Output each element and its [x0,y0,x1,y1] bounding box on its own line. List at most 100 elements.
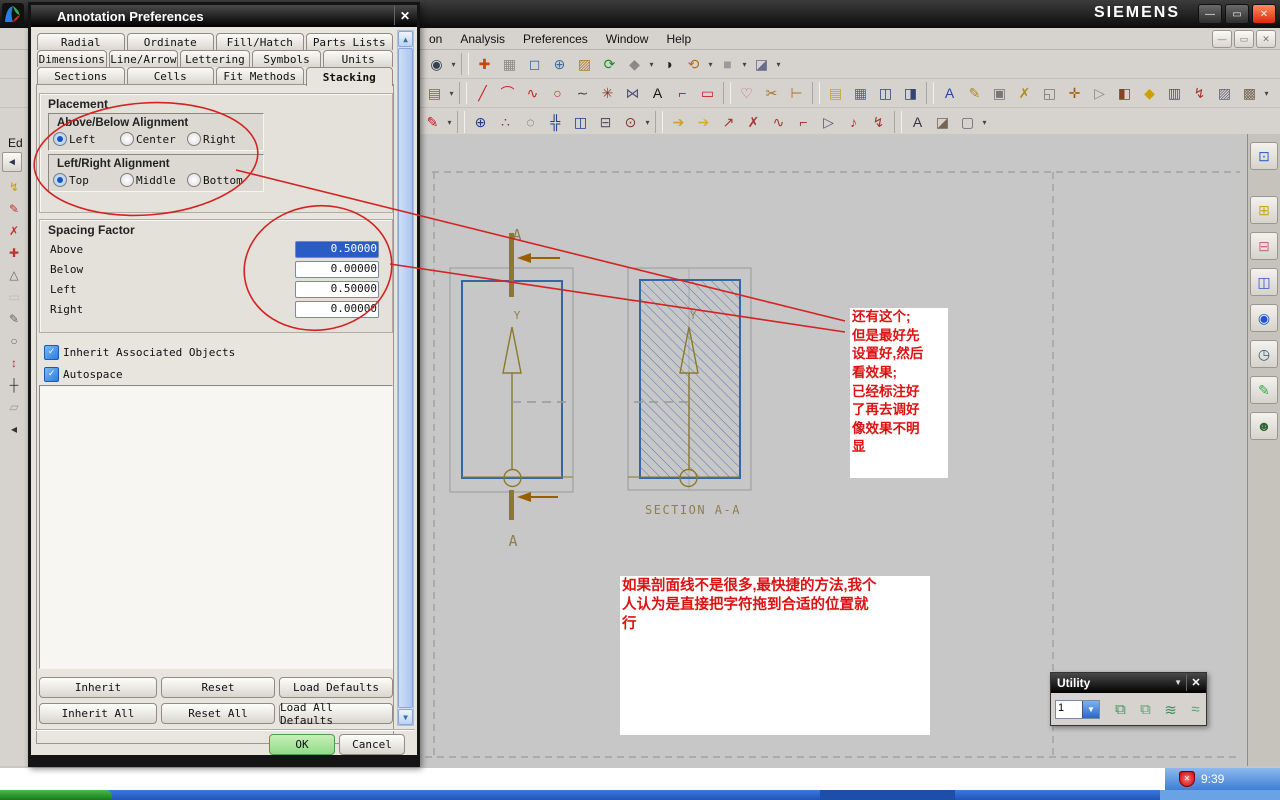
radio-middle[interactable]: Middle [120,173,187,187]
edit-text-icon[interactable]: ✎ [963,82,986,105]
extend-icon[interactable]: ⊢ [785,82,808,105]
below-spacing-field[interactable]: 0.00000 [295,260,379,278]
mdi-restore-button[interactable]: ▭ [1234,30,1254,48]
reference-circle-icon[interactable]: ◌ [519,111,542,134]
monitor-icon[interactable]: ▢ [956,111,979,134]
tab-radial[interactable]: Radial [37,33,125,50]
utility-chevron-icon[interactable]: ▼ [1174,678,1182,687]
datum-plane-icon[interactable]: ▷ [1088,82,1111,105]
zoom-box-icon[interactable]: ▦ [498,53,521,76]
inherit-all-button[interactable]: Inherit All [39,703,157,724]
photo-dropdown-icon[interactable]: ▾ [1262,89,1271,98]
leader-icon[interactable]: ↗ [717,111,740,134]
shaded-view-icon[interactable]: ◆ [623,53,646,76]
utility-titlebar[interactable]: Utility ▼ ✕ [1051,673,1206,693]
fit-view-icon[interactable]: ✚ [473,53,496,76]
parallelogram-icon[interactable]: ▱ [4,397,24,417]
tab-units[interactable]: Units [323,50,393,67]
music-note-icon[interactable]: ♪ [842,111,865,134]
above-spacing-field[interactable]: 0.50000 [295,240,379,258]
spline-icon[interactable]: ∼ [571,82,594,105]
key-note-icon[interactable]: ➔ [667,111,690,134]
arrows-icon[interactable]: ↕ [4,353,24,373]
dock-collapse-button[interactable]: ◄ [2,152,22,172]
front-view[interactable]: A A Y [449,226,574,550]
view-doc-icon[interactable]: ◫ [874,82,897,105]
blank-box-icon[interactable]: ▭ [4,287,24,307]
taskbar[interactable] [0,790,1280,800]
tab-cells[interactable]: Cells [126,67,214,84]
sheet-doc-icon[interactable]: ◨ [899,82,922,105]
move-note-icon[interactable]: ↯ [1188,82,1211,105]
cross-mark-icon[interactable]: ✗ [742,111,765,134]
roles-icon[interactable]: ☻ [1250,412,1278,440]
annotation-text-icon[interactable]: A [938,82,961,105]
wrench-note-icon[interactable]: ✗ [1013,82,1036,105]
pan-icon[interactable]: ▨ [573,53,596,76]
tab-line-arrow[interactable]: Line/Arrow [108,50,179,67]
visualization-icon[interactable]: ✎ [1250,376,1278,404]
tab-fill-hatch[interactable]: Fill/Hatch [216,33,304,50]
assembly-navigator-icon[interactable]: ⊞ [1250,196,1278,224]
cancel-button[interactable]: Cancel [339,734,405,755]
reset-button[interactable]: Reset [161,677,275,698]
line-icon[interactable]: ╱ [471,82,494,105]
image-icon[interactable]: ▦ [849,82,872,105]
dialog-titlebar[interactable]: Annotation Preferences ✕ [31,5,417,27]
lightning-icon[interactable]: ↯ [4,177,24,197]
tab-sections[interactable]: Sections [37,67,125,84]
tab-lettering[interactable]: Lettering [180,50,250,67]
tab-stacking[interactable]: Stacking [305,67,393,86]
display-mode-dropdown-icon[interactable]: ▾ [740,60,749,69]
datum-axis-icon[interactable]: ✛ [1063,82,1086,105]
frame-select-icon[interactable]: ▣ [988,82,1011,105]
monitor-dropdown-icon[interactable]: ▾ [980,118,989,127]
reuse-library-icon[interactable]: ◉ [1250,304,1278,332]
display-mode-icon[interactable]: ■ [716,53,739,76]
taskbar-item-active[interactable] [820,790,955,800]
target-point-icon[interactable]: ⊙ [619,111,642,134]
menu-item-help[interactable]: Help [657,30,700,48]
radio-bottom[interactable]: Bottom [187,173,254,187]
s-curve-icon[interactable]: ∿ [767,111,790,134]
project-curve-icon[interactable]: ♡ [735,82,758,105]
render-style-icon[interactable]: ◑ [657,53,680,76]
tab-parts-lists[interactable]: Parts Lists [305,33,393,50]
find-icon[interactable]: ◉ [425,53,448,76]
close-button[interactable]: ✕ [1252,4,1276,24]
autospace-checkbox[interactable]: ✓ Autospace [44,367,123,382]
rotate-view-icon[interactable]: ⟲ [682,53,705,76]
restore-button[interactable]: ▭ [1225,4,1249,24]
fill-style-icon[interactable]: ✎ [421,111,444,134]
plus-red-icon[interactable]: ✚ [4,243,24,263]
text-icon[interactable]: A [646,82,669,105]
rotate-view-dropdown-icon[interactable]: ▾ [706,60,715,69]
zoom-in-out-icon[interactable]: ⊕ [548,53,571,76]
inherit-associated-objects-checkbox[interactable]: ✓ Inherit Associated Objects [44,345,235,360]
note-panel-icon[interactable]: ▥ [1163,82,1186,105]
tab-fit-methods[interactable]: Fit Methods [216,67,304,84]
radio-right[interactable]: Right [187,132,254,146]
arc-icon[interactable]: ⌒ [496,82,519,105]
point-icon[interactable]: ⊕ [469,111,492,134]
load-defaults-button[interactable]: Load Defaults [279,677,393,698]
radio-top[interactable]: Top [53,173,120,187]
layer-dropdown[interactable]: 1 ▼ [1055,700,1100,719]
right-spacing-field[interactable]: 0.00000 [295,300,379,318]
crosshatch-icon[interactable]: ╬ [544,111,567,134]
clip-section-icon[interactable]: ◪ [750,53,773,76]
section-view[interactable]: Y SECTION A-A [627,267,752,517]
cube-note-icon[interactable]: ◪ [931,111,954,134]
security-shield-icon[interactable]: ✕ [1179,771,1195,787]
notebooks-icon[interactable]: ▤ [824,82,847,105]
hatch-box-icon[interactable]: ▨ [1213,82,1236,105]
cube-view-icon[interactable]: ◧ [1113,82,1136,105]
clip-section-dropdown-icon[interactable]: ▾ [774,60,783,69]
shaded-view-dropdown-icon[interactable]: ▾ [647,60,656,69]
scrollbar-thumb[interactable] [398,48,413,708]
menu-item-partial[interactable]: on [420,30,451,48]
tab-ordinate[interactable]: Ordinate [126,33,214,50]
part-cube-icon[interactable]: ◆ [1138,82,1161,105]
part-navigator-icon[interactable]: ◫ [1250,268,1278,296]
mirror-curve-icon[interactable]: ⋈ [621,82,644,105]
